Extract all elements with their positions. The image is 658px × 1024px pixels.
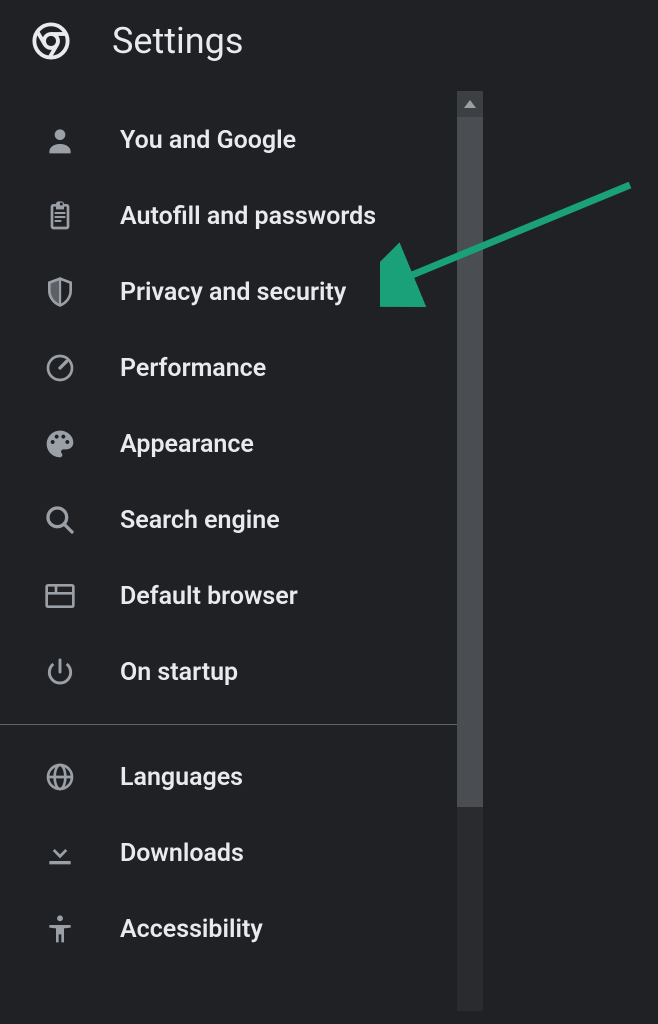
sidebar-item-label: Languages [120,763,243,792]
scrollbar-thumb[interactable] [457,117,483,807]
sidebar-item-appearance[interactable]: Appearance [0,406,475,482]
chrome-icon [30,20,72,62]
settings-header: Settings [0,0,658,82]
sidebar-item-performance[interactable]: Performance [0,330,475,406]
shield-icon [44,276,76,308]
person-icon [44,124,76,156]
sidebar-item-label: Search engine [120,506,280,535]
search-icon [44,504,76,536]
sidebar-item-label: Privacy and security [120,278,346,307]
sidebar-item-downloads[interactable]: Downloads [0,815,475,891]
sidebar-item-you-and-google[interactable]: You and Google [0,102,475,178]
sidebar-item-autofill[interactable]: Autofill and passwords [0,178,475,254]
sidebar-item-on-startup[interactable]: On startup [0,634,475,710]
sidebar-item-label: On startup [120,658,238,687]
clipboard-icon [44,200,76,232]
sidebar-item-accessibility[interactable]: Accessibility [0,891,475,967]
accessibility-icon [44,913,76,945]
sidebar-item-label: Default browser [120,582,298,611]
sidebar-item-search-engine[interactable]: Search engine [0,482,475,558]
sidebar-item-label: Autofill and passwords [120,202,376,231]
sidebar-item-label: Accessibility [120,915,263,944]
speedometer-icon [44,352,76,384]
sidebar-item-default-browser[interactable]: Default browser [0,558,475,634]
palette-icon [44,428,76,460]
sidebar-item-languages[interactable]: Languages [0,739,475,815]
sidebar-item-label: Performance [120,354,266,383]
settings-sidebar: You and Google Autofill and passwords Pr… [0,82,475,987]
page-title: Settings [112,20,243,62]
sidebar-divider [0,724,475,725]
scrollbar-up-arrow[interactable] [457,91,483,117]
browser-icon [44,580,76,612]
power-icon [44,656,76,688]
sidebar-item-label: You and Google [120,126,296,155]
download-icon [44,837,76,869]
sidebar-item-label: Appearance [120,430,254,459]
sidebar-item-label: Downloads [120,839,244,868]
sidebar-item-privacy-security[interactable]: Privacy and security [0,254,475,330]
globe-icon [44,761,76,793]
